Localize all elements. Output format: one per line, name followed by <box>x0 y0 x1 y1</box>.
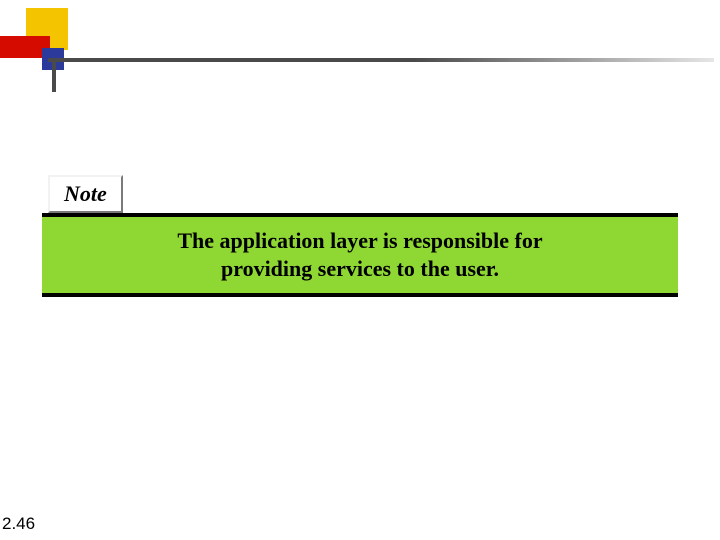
note-label: Note <box>48 175 123 213</box>
note-label-text: Note <box>64 181 107 206</box>
banner-line-1: The application layer is responsible for <box>60 227 660 255</box>
banner-body: The application layer is responsible for… <box>42 217 678 293</box>
slide-logo <box>0 0 90 95</box>
page-number: 2.46 <box>2 514 35 534</box>
banner-bottom-rule <box>42 293 678 297</box>
note-banner: The application layer is responsible for… <box>42 213 678 297</box>
header-rule <box>48 58 714 62</box>
banner-line-2: providing services to the user. <box>60 255 660 283</box>
header-rule-tick <box>52 58 56 92</box>
slide: Note The application layer is responsibl… <box>0 0 720 540</box>
